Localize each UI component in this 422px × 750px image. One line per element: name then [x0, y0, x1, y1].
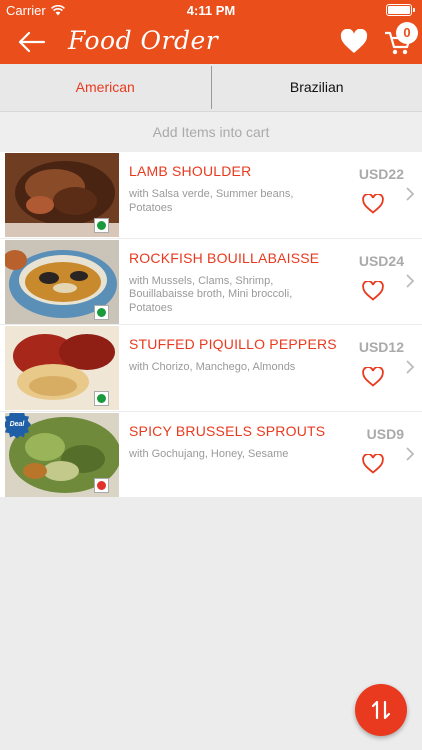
back-arrow-icon[interactable] [14, 28, 48, 56]
veg-indicator [94, 218, 109, 233]
item-name: SPICY BRUSSELS SPROUTS [129, 422, 326, 439]
menu-item-row[interactable]: LAMB SHOULDER with Salsa verde, Summer b… [0, 152, 422, 239]
item-price: USD24 [358, 252, 404, 269]
item-name: STUFFED PIQUILLO PEPPERS [129, 336, 337, 352]
menu-item-row[interactable]: ROCKFISH BOUILLABAISSE with Mussels, Cla… [0, 239, 422, 325]
nav-bar: Food Order 0 [0, 20, 422, 64]
food-image-spicy-brussels-sprouts: Deal [5, 412, 119, 497]
sort-button[interactable] [355, 684, 407, 736]
food-image-stuffed-piquillo-peppers [5, 326, 119, 410]
page-title: Food Order [68, 26, 219, 55]
add-items-hint: Add Items into cart [0, 112, 422, 152]
item-price: USD22 [358, 166, 404, 182]
tab-brazilian[interactable]: Brazilian [212, 64, 422, 111]
status-bar: Carrier 4:11 PM [0, 0, 422, 20]
item-price: USD12 [358, 339, 404, 355]
item-name: ROCKFISH BOUILLABAISSE [129, 249, 320, 266]
chevron-right-icon [406, 360, 415, 374]
menu-item-row[interactable]: Deal SPICY BRUSSELS SPROUTS with Gochuja… [0, 412, 422, 498]
food-image-rockfish-bouillabaisse [5, 239, 119, 324]
heart-outline-icon[interactable] [362, 367, 384, 387]
favorites-heart-icon[interactable] [340, 29, 368, 55]
heart-outline-icon[interactable] [362, 280, 384, 301]
food-image-lamb-shoulder [5, 153, 119, 237]
item-name: LAMB SHOULDER [129, 163, 252, 179]
veg-indicator [94, 304, 109, 320]
item-description: with Salsa verde, Summer beans, Potatoes [129, 188, 294, 214]
tab-american[interactable]: American [0, 64, 211, 111]
menu-item-row[interactable]: STUFFED PIQUILLO PEPPERS with Chorizo, M… [0, 325, 422, 412]
chevron-right-icon [406, 273, 415, 288]
category-tabs: American Brazilian [0, 64, 422, 112]
chevron-right-icon [406, 187, 415, 201]
item-description: with Chorizo, Manchego, Almonds [129, 361, 296, 373]
sort-arrows-icon [371, 700, 391, 720]
heart-outline-icon[interactable] [362, 194, 384, 214]
nonveg-indicator [94, 477, 109, 493]
chevron-right-icon [406, 446, 415, 461]
battery-icon [386, 4, 415, 16]
status-time: 4:11 PM [186, 3, 236, 18]
item-description: with Gochujang, Honey, Sesame [129, 447, 289, 460]
heart-outline-icon[interactable] [362, 453, 384, 474]
veg-indicator [94, 391, 109, 406]
cart-count-badge: 0 [396, 22, 418, 44]
item-description: with Mussels, Clams, Shrimp, Bouillabais… [129, 274, 293, 314]
item-price: USD9 [366, 425, 404, 442]
menu-list: LAMB SHOULDER with Salsa verde, Summer b… [0, 152, 422, 498]
